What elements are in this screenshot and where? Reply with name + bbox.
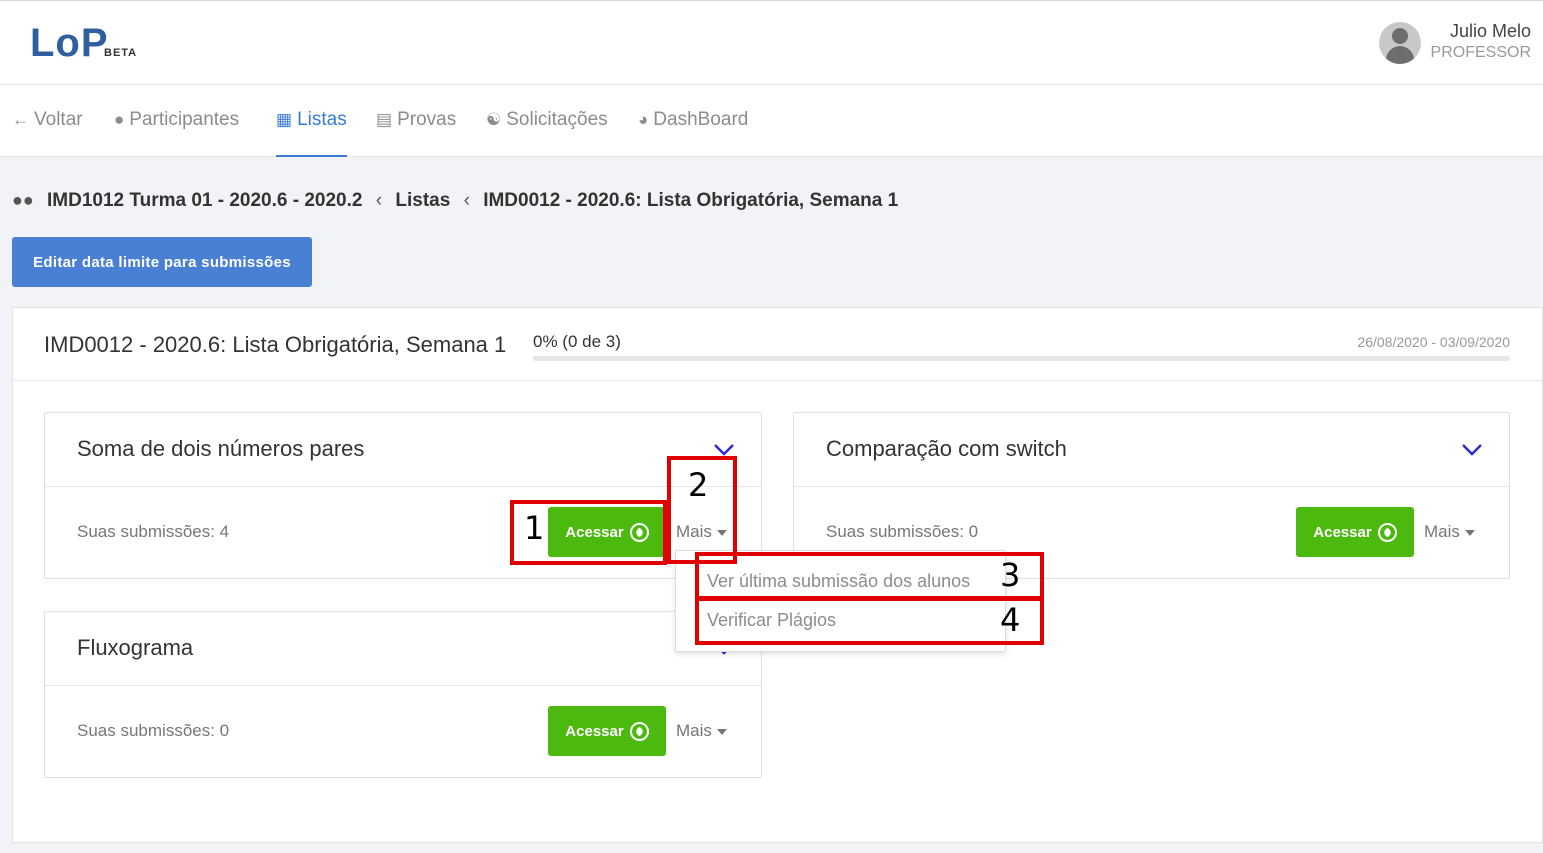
- question-title: Comparação com switch: [826, 436, 1067, 461]
- submissions-count: Suas submissões: 4: [77, 522, 230, 541]
- breadcrumb-lists[interactable]: Listas: [395, 190, 450, 211]
- rocket-icon: [629, 721, 649, 741]
- user-group-icon: ☯: [486, 110, 502, 129]
- annotation-box-3: [695, 552, 1044, 600]
- access-button[interactable]: Acessar: [1296, 507, 1414, 557]
- list-panel-header: IMD0012 - 2020.6: Lista Obrigatória, Sem…: [13, 308, 1542, 381]
- progress-label: 0% (0 de 3): [533, 332, 621, 351]
- nav-solicitacoes[interactable]: ☯ Solicitações: [486, 85, 608, 157]
- nav-participantes[interactable]: ●​ Participantes: [114, 85, 239, 157]
- breadcrumb-course[interactable]: IMD1012 Turma 01 - 2020.6 - 2020.2: [47, 190, 362, 211]
- caret-down-icon: [1464, 529, 1475, 536]
- top-header: LoP BETA Julio Melo PROFESSOR: [0, 0, 1543, 85]
- submissions-count: Suas submissões: 0: [77, 721, 230, 740]
- progress-bar: [533, 356, 1510, 361]
- more-label: Mais: [676, 721, 712, 740]
- nav-label: Provas: [397, 109, 457, 130]
- nav-label: Participantes: [129, 109, 240, 130]
- date-range: 26/08/2020 - 03/09/2020: [1357, 334, 1510, 350]
- users-icon: ●​: [114, 110, 125, 129]
- question-title: Fluxograma: [77, 635, 194, 660]
- nav-listas[interactable]: ▦ Listas: [276, 85, 347, 157]
- users-icon: ●●: [12, 190, 34, 210]
- question-card-header[interactable]: Comparação com switch: [794, 413, 1509, 487]
- annotation-number-1: 1: [524, 509, 545, 547]
- nav-provas[interactable]: ▤ Provas: [376, 85, 456, 157]
- nav-voltar[interactable]: ← Voltar: [12, 85, 83, 157]
- breadcrumb: ●● IMD1012 Turma 01 - 2020.6 - 2020.2 ‹ …: [12, 190, 898, 212]
- file-icon: ▦: [276, 110, 293, 129]
- nav-label: Solicitações: [506, 109, 608, 130]
- nav-label: Listas: [297, 109, 347, 130]
- user-name: Julio Melo: [1449, 21, 1531, 41]
- caret-down-icon: [716, 728, 727, 735]
- breadcrumb-separator: ‹: [375, 190, 383, 211]
- chevron-down-icon[interactable]: [713, 439, 735, 457]
- more-dropdown-toggle[interactable]: Mais: [1424, 522, 1475, 542]
- access-button[interactable]: Acessar: [548, 706, 666, 756]
- list-title: IMD0012 - 2020.6: Lista Obrigatória, Sem…: [44, 332, 507, 357]
- access-label: Acessar: [565, 722, 624, 740]
- arrow-left-icon: ←: [12, 110, 29, 129]
- edit-deadline-button[interactable]: Editar data limite para submissões: [12, 237, 312, 287]
- logo-beta-badge: BETA: [104, 47, 138, 59]
- question-title: Soma de dois números pares: [77, 436, 365, 461]
- question-card-header[interactable]: Soma de dois números pares: [45, 413, 761, 487]
- chevron-down-icon[interactable]: [1461, 439, 1483, 457]
- nav-label: DashBoard: [653, 109, 749, 130]
- breadcrumb-current-list: IMD0012 - 2020.6: Lista Obrigatória, Sem…: [483, 190, 899, 211]
- annotation-number-2: 2: [688, 466, 709, 504]
- pie-chart-icon: ◕: [638, 110, 649, 129]
- nav-label: Voltar: [34, 109, 83, 130]
- avatar-icon[interactable]: [1378, 22, 1421, 64]
- course-nav: ← Voltar ●​ Participantes ▦ Listas ▤ Provas …: [0, 85, 1543, 157]
- annotation-box-4: [695, 597, 1044, 645]
- annotation-number-4: 4: [1000, 601, 1021, 639]
- question-card: Fluxograma Suas submissões: 0 Acessar Ma…: [44, 611, 762, 778]
- more-dropdown-toggle[interactable]: Mais: [676, 721, 727, 741]
- breadcrumb-separator: ‹: [463, 190, 470, 211]
- more-label: Mais: [1424, 522, 1460, 541]
- rocket-icon: [1377, 522, 1397, 542]
- nav-dashboard[interactable]: ◕ DashBoard: [638, 85, 748, 157]
- question-card-header[interactable]: Fluxograma: [45, 612, 761, 686]
- user-role: PROFESSOR: [1430, 44, 1531, 61]
- logo[interactable]: LoP: [30, 21, 109, 66]
- annotation-number-3: 3: [1000, 556, 1021, 594]
- submissions-count: Suas submissões: 0: [826, 522, 979, 541]
- document-icon: ▤: [376, 110, 393, 129]
- user-menu[interactable]: Julio Melo PROFESSOR: [1378, 21, 1531, 67]
- access-label: Acessar: [1313, 523, 1372, 541]
